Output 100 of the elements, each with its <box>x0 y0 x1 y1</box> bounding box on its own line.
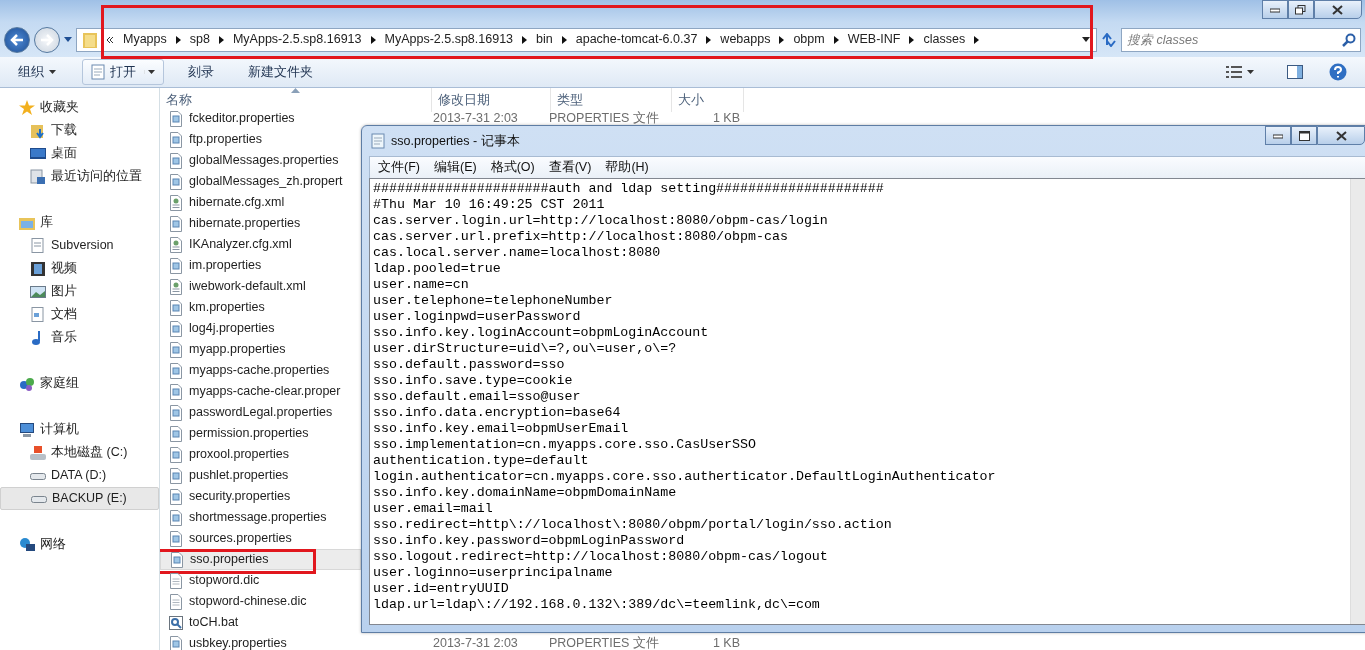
menu-item[interactable]: 文件(F) <box>372 157 426 178</box>
path-segment[interactable]: obpm <box>793 30 825 49</box>
history-caret-icon[interactable] <box>64 37 72 42</box>
sidebar-item[interactable]: 桌面 <box>0 142 159 165</box>
sidebar-item[interactable]: 最近访问的位置 <box>0 165 159 188</box>
refresh-button[interactable] <box>1101 32 1117 47</box>
maximize-button[interactable] <box>1287 0 1314 19</box>
path-segment[interactable]: Myapps <box>123 30 167 49</box>
gear-file-icon <box>168 614 184 631</box>
path-segment[interactable]: apache-tomcat-6.0.37 <box>575 30 698 49</box>
breadcrumb-arrow-icon[interactable] <box>706 35 712 44</box>
menu-item[interactable]: 查看(V) <box>542 157 598 178</box>
file-name[interactable]: usbkey.properties <box>189 634 287 650</box>
file-name[interactable]: km.properties <box>189 298 265 317</box>
back-button[interactable] <box>4 26 30 53</box>
column-header[interactable]: 修改日期 <box>432 88 551 112</box>
maximize-button[interactable] <box>1291 126 1317 145</box>
forward-button[interactable] <box>34 26 60 53</box>
path-segment[interactable]: MyApps-2.5.sp8.16913 <box>384 30 514 49</box>
sidebar-item[interactable]: Subversion <box>0 234 159 257</box>
sidebar-item[interactable]: 家庭组 <box>0 372 159 395</box>
path-segment[interactable]: sp8 <box>189 30 210 49</box>
breadcrumb-arrow-icon[interactable] <box>522 35 528 44</box>
file-name[interactable]: myapps-cache.properties <box>189 361 330 380</box>
menu-item[interactable]: 帮助(H) <box>599 157 655 178</box>
properties-file-icon <box>168 131 184 148</box>
properties-file-icon <box>168 446 184 463</box>
breadcrumb-arrow-icon[interactable] <box>218 35 224 44</box>
file-name[interactable]: ftp.properties <box>189 130 262 149</box>
file-name[interactable]: sources.properties <box>189 529 292 548</box>
breadcrumb-arrow-icon[interactable] <box>909 35 915 44</box>
file-name[interactable]: toCH.bat <box>189 613 239 632</box>
column-header[interactable]: 大小 <box>672 88 744 112</box>
file-name[interactable]: im.properties <box>189 256 262 275</box>
path-segment[interactable]: MyApps-2.5.sp8.16913 <box>232 30 362 49</box>
minimize-button[interactable] <box>1261 0 1288 19</box>
file-name[interactable]: myapps-cache-clear.proper <box>189 382 341 401</box>
properties-file-icon <box>168 530 184 547</box>
file-name[interactable]: globalMessages_zh.propert <box>189 172 343 191</box>
dropdown-caret-icon[interactable] <box>1082 37 1090 42</box>
file-name[interactable]: fckeditor.properties <box>189 109 295 128</box>
column-header[interactable]: 类型 <box>551 88 672 112</box>
file-name[interactable]: stopword.dic <box>189 571 260 590</box>
toolbar-button[interactable]: 新建文件夹 <box>240 59 322 85</box>
sidebar-item[interactable]: 视频 <box>0 257 159 280</box>
breadcrumb-arrow-icon[interactable] <box>561 35 567 44</box>
file-name[interactable]: pushlet.properties <box>189 466 289 485</box>
breadcrumb-arrow-icon[interactable] <box>370 35 376 44</box>
file-name[interactable]: IKAnalyzer.cfg.xml <box>189 235 292 254</box>
path-segment[interactable]: bin <box>536 30 553 49</box>
file-name[interactable]: myapp.properties <box>189 340 286 359</box>
text-line: authentication.type=default <box>373 453 590 469</box>
file-name[interactable]: shortmessage.properties <box>189 508 327 527</box>
file-type: PROPERTIES 文件 <box>549 635 660 650</box>
vertical-scrollbar[interactable] <box>1350 179 1365 624</box>
sidebar-item[interactable]: 文档 <box>0 303 159 326</box>
open-button[interactable]: 打开 <box>82 58 165 86</box>
toolbar-button[interactable]: 刻录 <box>180 59 223 85</box>
address-bar[interactable]: Myapps sp8 MyApps-2.5.sp8.16913 MyApps-2.5.sp8.16913 bin apache-tomcat-6.0.37 webapps obpm WEB-INF classes <box>76 27 1097 52</box>
breadcrumb-arrow-icon[interactable] <box>833 35 839 44</box>
sidebar-item[interactable]: 下载 <box>0 119 159 142</box>
close-button[interactable] <box>1317 126 1365 145</box>
file-name[interactable]: log4j.properties <box>189 319 275 338</box>
sidebar-item[interactable]: 音乐 <box>0 326 159 349</box>
path-segment[interactable]: webapps <box>720 30 771 49</box>
desktop-icon <box>30 145 46 162</box>
file-name[interactable]: stopword-chinese.dic <box>189 592 307 611</box>
text-line: ######################auth and ldap setting##################### <box>373 181 885 197</box>
organize-menu[interactable]: 组织 <box>10 59 64 85</box>
sidebar-item[interactable]: BACKUP (E:) <box>0 487 159 510</box>
file-size: 1 KB <box>711 635 740 650</box>
sidebar-item[interactable]: 本地磁盘 (C:) <box>0 441 159 464</box>
file-name[interactable]: security.properties <box>189 487 291 506</box>
file-name[interactable]: iwebwork-default.xml <box>189 277 306 296</box>
file-name[interactable]: hibernate.properties <box>189 214 301 233</box>
file-name[interactable]: permission.properties <box>189 424 309 443</box>
file-name[interactable]: passwordLegal.properties <box>189 403 333 422</box>
file-name[interactable]: globalMessages.properties <box>189 151 339 170</box>
file-name[interactable]: proxool.properties <box>189 445 290 464</box>
file-name[interactable]: hibernate.cfg.xml <box>189 193 285 212</box>
menu-item[interactable]: 编辑(E) <box>427 157 483 178</box>
breadcrumb-arrow-icon[interactable] <box>175 35 181 44</box>
path-segment[interactable]: classes <box>923 30 966 49</box>
close-button[interactable] <box>1313 0 1362 19</box>
sidebar-item[interactable]: 收藏夹 <box>0 96 159 119</box>
sidebar-item[interactable]: 网络 <box>0 533 159 556</box>
sidebar-item[interactable]: 图片 <box>0 280 159 303</box>
overflow-chevron-icon[interactable] <box>106 35 114 44</box>
text-file-icon <box>168 572 184 589</box>
back-arrow-icon <box>10 33 24 46</box>
menu-item[interactable]: 格式(O) <box>484 157 541 178</box>
sidebar-item[interactable]: 计算机 <box>0 418 159 441</box>
breadcrumb-arrow-icon[interactable] <box>974 35 980 44</box>
path-segment[interactable]: WEB-INF <box>847 30 901 49</box>
breadcrumb-arrow-icon[interactable] <box>779 35 785 44</box>
sidebar-item[interactable]: DATA (D:) <box>0 464 159 487</box>
sidebar-item[interactable]: 库 <box>0 211 159 234</box>
minimize-button[interactable] <box>1265 126 1291 145</box>
properties-file-icon <box>168 215 184 232</box>
search-field[interactable]: 搜索 classes <box>1121 27 1361 52</box>
